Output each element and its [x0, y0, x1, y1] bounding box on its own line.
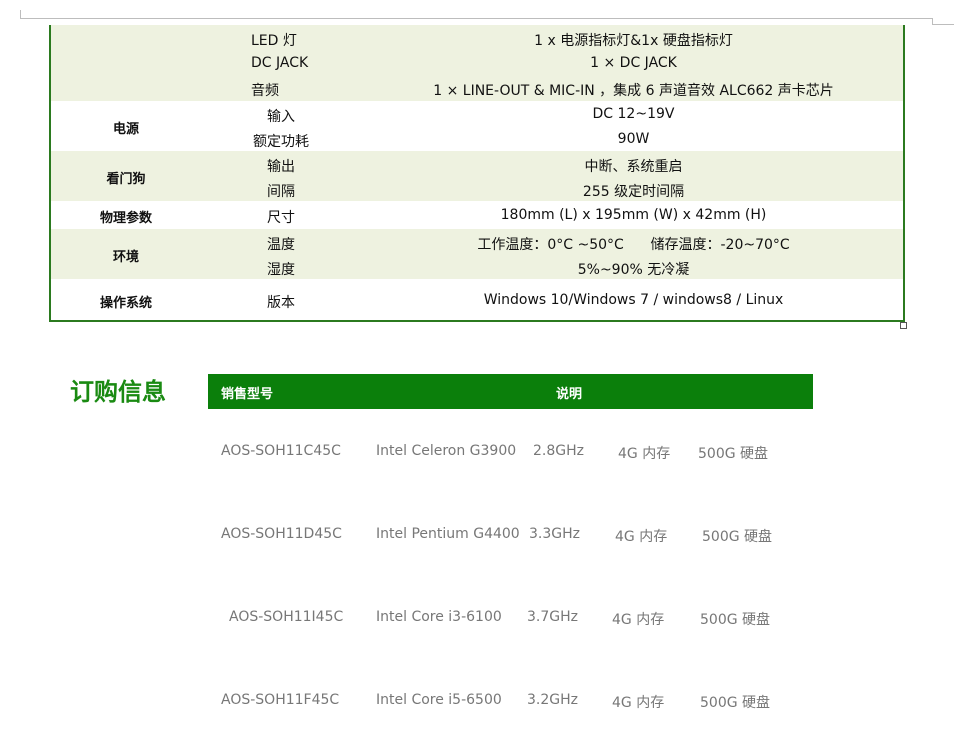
order-cpu: Intel Pentium G4400: [376, 526, 520, 542]
table-row: AOS-SOH11D45C Intel Pentium G4400 3.3GHz…: [0, 526, 954, 546]
spec-value: 1 × DC JACK: [590, 55, 677, 71]
spec-table: LED 灯 1 x 电源指标灯&1x 硬盘指标灯 DC JACK 1 × DC …: [49, 25, 905, 322]
order-memory: 4G 内存: [612, 695, 665, 711]
order-memory: 4G 内存: [615, 529, 668, 545]
spec-value: 90W: [617, 131, 650, 147]
table-resize-handle[interactable]: [900, 322, 907, 329]
order-freq: 3.2GHz: [527, 692, 578, 708]
spec-category: 电源: [112, 122, 139, 137]
order-disk: 500G 硬盘: [702, 529, 773, 545]
spec-value: Windows 10/Windows 7 / windows8 / Linux: [483, 292, 784, 308]
spec-label: 版本: [267, 295, 295, 311]
spec-value: DC 12~19V: [592, 106, 675, 122]
order-cpu: Intel Core i3-6100: [376, 609, 502, 625]
order-memory: 4G 内存: [618, 446, 671, 462]
spec-value: 255 级定时间隔: [582, 184, 685, 200]
spec-group-power: 电源 输入 DC 12~19V 额定功耗 90W: [51, 101, 903, 151]
spec-label: 输出: [267, 159, 295, 175]
spec-value: 5%~90% 无冷凝: [577, 262, 690, 278]
table-row: AOS-SOH11I45C Intel Core i3-6100 3.7GHz …: [0, 609, 954, 629]
spec-label: LED 灯: [251, 33, 297, 49]
spec-group-physical: 物理参数 尺寸 180mm (L) x 195mm (W) x 42mm (H): [51, 201, 903, 229]
spec-label: 间隔: [267, 184, 295, 200]
spec-label: 音频: [251, 83, 279, 99]
spec-value: 中断、系统重启: [584, 159, 683, 175]
order-table-header: 销售型号 说明: [208, 374, 813, 409]
page-corner-marker-right: [932, 18, 954, 25]
order-freq: 3.3GHz: [529, 526, 580, 542]
spec-label: DC JACK: [251, 55, 309, 71]
spec-label: 额定功耗: [253, 134, 309, 150]
order-freq: 3.7GHz: [527, 609, 578, 625]
order-info-title: 订购信息: [70, 378, 166, 406]
order-cpu: Intel Core i5-6500: [376, 692, 502, 708]
spec-group-environment: 环境 温度 工作温度：0°C ~50°C 储存温度：-20~70°C 湿度 5%…: [51, 229, 903, 279]
spec-group-watchdog: 看门狗 输出 中断、系统重启 间隔 255 级定时间隔: [51, 151, 903, 201]
order-disk: 500G 硬盘: [700, 695, 771, 711]
spec-label: 尺寸: [267, 210, 295, 226]
order-model: AOS-SOH11D45C: [221, 526, 342, 542]
spec-group-os: 操作系统 版本 Windows 10/Windows 7 / windows8 …: [51, 279, 903, 320]
order-cpu: Intel Celeron G3900: [376, 443, 517, 459]
order-memory: 4G 内存: [612, 612, 665, 628]
table-row: AOS-SOH11C45C Intel Celeron G3900 2.8GHz…: [0, 443, 954, 463]
spec-value: 180mm (L) x 195mm (W) x 42mm (H): [500, 207, 767, 223]
header-model: 销售型号: [221, 387, 274, 402]
order-model: AOS-SOH11C45C: [221, 443, 341, 459]
spec-label: 温度: [267, 237, 295, 253]
order-disk: 500G 硬盘: [700, 612, 771, 628]
header-description: 说明: [556, 387, 583, 402]
spec-label: 输入: [267, 109, 295, 125]
order-freq: 2.8GHz: [533, 443, 584, 459]
order-disk: 500G 硬盘: [698, 446, 769, 462]
spec-category: 操作系统: [99, 296, 152, 311]
spec-category: 环境: [112, 250, 139, 265]
spec-group-ports: LED 灯 1 x 电源指标灯&1x 硬盘指标灯 DC JACK 1 × DC …: [51, 25, 903, 101]
order-model: AOS-SOH11I45C: [229, 609, 344, 625]
spec-category: 看门狗: [106, 172, 146, 187]
table-row: AOS-SOH11F45C Intel Core i5-6500 3.2GHz …: [0, 692, 954, 712]
spec-value: 工作温度：0°C ~50°C 储存温度：-20~70°C: [477, 237, 790, 253]
spec-value: 1 × LINE-OUT & MIC-IN ，集成 6 声道音效 ALC662 …: [433, 83, 834, 99]
spec-value: 1 x 电源指标灯&1x 硬盘指标灯: [534, 33, 733, 49]
spec-category: 物理参数: [99, 211, 152, 226]
page-top-edge: [20, 18, 932, 19]
order-model: AOS-SOH11F45C: [221, 692, 340, 708]
spec-label: 湿度: [267, 262, 295, 278]
